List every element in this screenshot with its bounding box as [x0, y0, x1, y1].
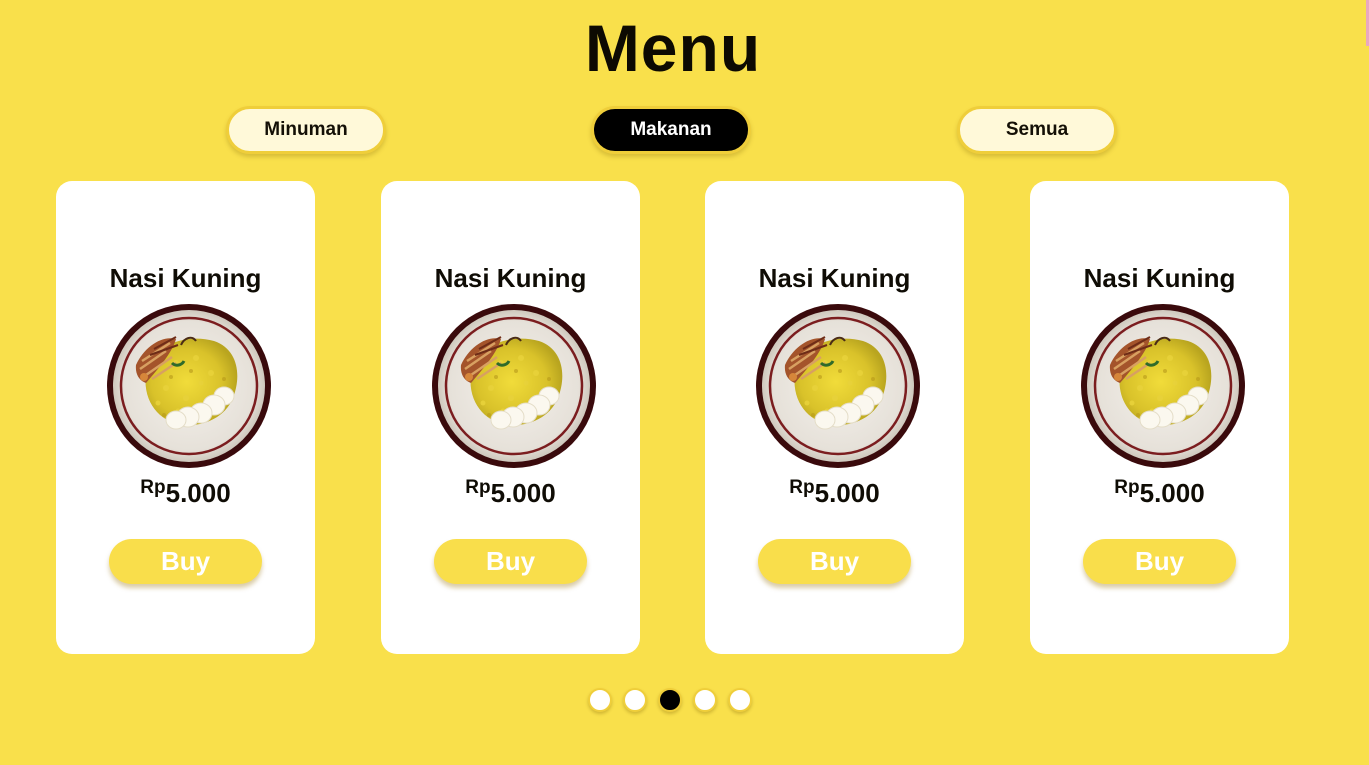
- nasi-kuning-plate-image: [106, 303, 272, 469]
- nasi-kuning-plate-image: [431, 303, 597, 469]
- item-name: Nasi Kuning: [758, 263, 911, 293]
- item-name: Nasi Kuning: [109, 263, 262, 293]
- item-name: Nasi Kuning: [1083, 263, 1236, 293]
- item-price: Rp5.000: [56, 477, 315, 509]
- menu-card: Nasi Kuning Rp5.000 Buy: [56, 181, 315, 654]
- tab-makanan[interactable]: Makanan: [591, 106, 751, 154]
- item-price: Rp5.000: [705, 477, 964, 509]
- pagination-dot-1[interactable]: [588, 688, 612, 712]
- menu-page: Menu Minuman Makanan Semua Nasi Kuning R…: [0, 0, 1369, 765]
- pagination-dot-5[interactable]: [728, 688, 752, 712]
- pagination-dot-4[interactable]: [693, 688, 717, 712]
- pagination-dot-2[interactable]: [623, 688, 647, 712]
- buy-button[interactable]: Buy: [109, 539, 262, 584]
- nasi-kuning-plate-image: [755, 303, 921, 469]
- tab-minuman[interactable]: Minuman: [226, 106, 386, 154]
- buy-button[interactable]: Buy: [434, 539, 587, 584]
- buy-button[interactable]: Buy: [1083, 539, 1236, 584]
- price-currency: Rp: [1114, 477, 1140, 498]
- item-name: Nasi Kuning: [434, 263, 587, 293]
- price-currency: Rp: [140, 477, 166, 498]
- menu-card: Nasi Kuning Rp5.000 Buy: [381, 181, 640, 654]
- menu-card: Nasi Kuning Rp5.000 Buy: [705, 181, 964, 654]
- nasi-kuning-plate-image: [1080, 303, 1246, 469]
- price-amount: 5.000: [490, 478, 556, 508]
- item-price: Rp5.000: [381, 477, 640, 509]
- price-currency: Rp: [789, 477, 815, 498]
- tab-semua[interactable]: Semua: [957, 106, 1117, 154]
- item-price: Rp5.000: [1030, 477, 1289, 509]
- page-title: Menu: [584, 11, 762, 85]
- pagination-dot-3[interactable]: [658, 688, 682, 712]
- price-amount: 5.000: [1139, 478, 1205, 508]
- price-amount: 5.000: [165, 478, 231, 508]
- buy-button[interactable]: Buy: [758, 539, 911, 584]
- menu-card: Nasi Kuning Rp5.000 Buy: [1030, 181, 1289, 654]
- price-currency: Rp: [465, 477, 491, 498]
- price-amount: 5.000: [814, 478, 880, 508]
